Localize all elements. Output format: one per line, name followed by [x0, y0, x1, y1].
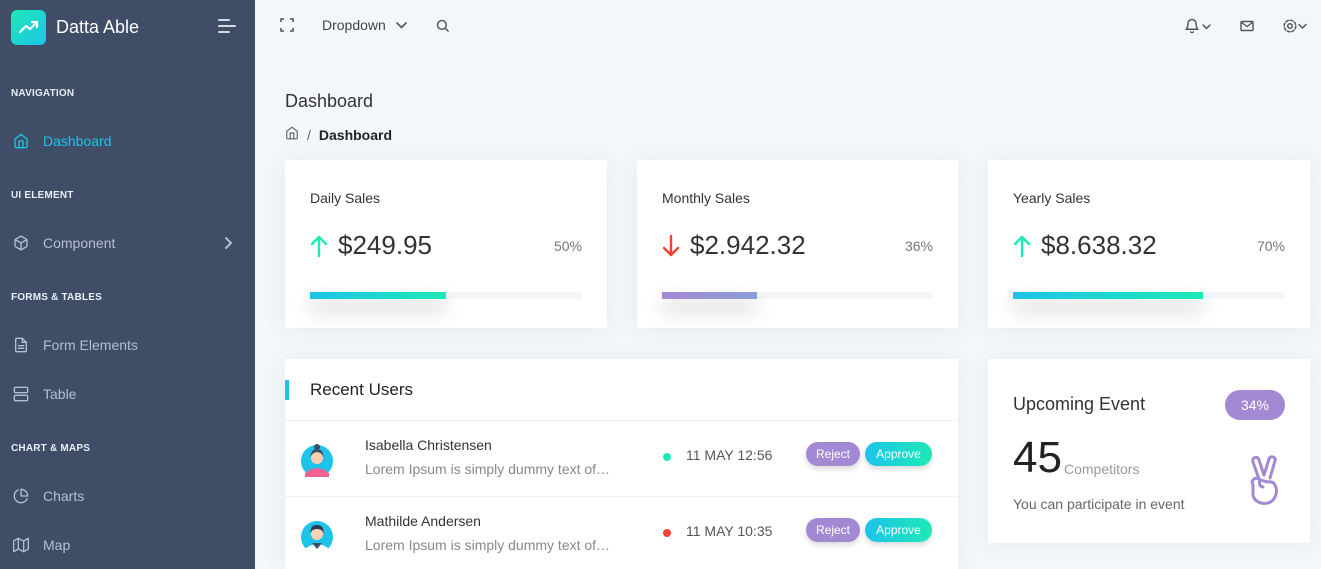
arrow-up-icon — [310, 235, 328, 257]
card-title: Upcoming Event — [1013, 394, 1146, 414]
card-title: Recent Users — [310, 380, 413, 399]
avatar — [301, 521, 333, 553]
competitor-label: Competitors — [1064, 461, 1140, 477]
stat-title: Monthly Sales — [662, 190, 750, 206]
sidebar-item-label: Dashboard — [43, 133, 112, 149]
sidebar-item-dashboard[interactable]: Dashboard — [0, 121, 255, 161]
progress-bar — [1013, 292, 1285, 299]
nav-caption-navigation: NAVIGATION — [11, 88, 75, 99]
card-header: Recent Users — [285, 359, 958, 421]
event-desc: You can participate in event — [1013, 496, 1185, 512]
status-dot — [663, 529, 671, 537]
sidebar-item-label: Form Elements — [43, 337, 138, 353]
stat-card-daily-sales: Daily Sales $249.95 50% — [285, 160, 607, 328]
stat-percent: 50% — [553, 238, 582, 254]
stat-card-monthly-sales: Monthly Sales $2.942.32 36% — [637, 160, 958, 328]
user-name: Mathilde Andersen — [365, 513, 481, 529]
sidebar: Datta Able NAVIGATION Dashboard UI ELEME… — [0, 0, 255, 569]
progress-bar — [310, 292, 582, 299]
upcoming-event-card: Upcoming Event 34% 45 Competitors You ca… — [988, 359, 1310, 543]
user-desc: Lorem Ipsum is simply dummy text of… — [365, 537, 611, 553]
breadcrumb-separator: / — [307, 126, 311, 143]
sidebar-item-component[interactable]: Component — [0, 223, 255, 263]
stat-title: Daily Sales — [310, 190, 381, 206]
user-date: 11 MAY 10:35 — [686, 523, 773, 539]
home-icon[interactable] — [285, 126, 299, 143]
server-icon — [12, 385, 30, 403]
stat-amount: $249.95 — [338, 230, 432, 260]
progress-fill — [310, 292, 446, 299]
stat-percent: 36% — [904, 238, 933, 254]
accent-bar — [285, 380, 289, 400]
brand[interactable]: Datta Able — [0, 0, 255, 54]
nav-caption-ui-element: UI ELEMENT — [11, 190, 74, 201]
page-title: Dashboard — [285, 91, 374, 111]
stat-card-yearly-sales: Yearly Sales $8.638.32 70% — [988, 160, 1310, 328]
competitor-count: 45 — [1013, 433, 1062, 482]
approve-button[interactable]: Approve — [865, 518, 932, 542]
stat-value: $249.95 — [310, 230, 432, 261]
sidebar-item-map[interactable]: Map — [0, 525, 255, 565]
bell-icon[interactable] — [1184, 18, 1214, 39]
avatar — [301, 444, 333, 477]
status-dot — [663, 453, 671, 461]
breadcrumb-current: Dashboard — [318, 126, 393, 143]
sidebar-item-table[interactable]: Table — [0, 374, 255, 414]
percent-badge: 34% — [1225, 390, 1285, 420]
dropdown-label: Dropdown — [322, 17, 386, 33]
trending-up-icon — [11, 9, 46, 45]
table-row: Isabella Christensen Lorem Ipsum is simp… — [285, 421, 958, 497]
chevron-right-icon — [223, 236, 233, 253]
mail-icon[interactable] — [1240, 19, 1254, 37]
gear-icon[interactable] — [1282, 18, 1312, 39]
progress-fill — [1013, 292, 1204, 299]
nav-caption-forms-tables: FORMS & TABLES — [11, 292, 102, 303]
sidebar-item-charts[interactable]: Charts — [0, 476, 255, 516]
progress-fill — [662, 292, 757, 299]
sidebar-item-form-elements[interactable]: Form Elements — [0, 325, 255, 365]
map-icon — [12, 536, 30, 554]
header-dropdown[interactable]: Dropdown — [322, 17, 407, 33]
approve-button[interactable]: Approve — [865, 442, 932, 466]
arrow-up-icon — [1013, 235, 1031, 257]
progress-bar — [662, 292, 933, 299]
reject-button[interactable]: Reject — [806, 442, 860, 466]
breadcrumb: / Dashboard — [285, 126, 392, 143]
chevron-down-icon — [396, 21, 407, 29]
search-icon[interactable] — [435, 18, 450, 38]
stat-percent: 70% — [1256, 238, 1285, 254]
reject-button[interactable]: Reject — [806, 518, 860, 542]
file-text-icon — [12, 336, 30, 354]
recent-users-card: Recent Users Isabella Christensen Lorem … — [285, 359, 958, 569]
brand-name: Datta Able — [56, 16, 140, 37]
stat-amount: $2.942.32 — [690, 230, 806, 260]
box-icon — [12, 234, 30, 252]
fullscreen-icon[interactable] — [280, 18, 294, 37]
stat-amount: $8.638.32 — [1041, 230, 1157, 260]
sidebar-item-label: Charts — [43, 488, 85, 504]
stat-value: $8.638.32 — [1013, 230, 1157, 261]
menu-toggle-icon[interactable] — [218, 19, 236, 33]
sidebar-item-label: Component — [43, 235, 116, 251]
table-row: Mathilde Andersen Lorem Ipsum is simply … — [285, 497, 958, 569]
sidebar-item-label: Map — [43, 537, 71, 553]
user-desc: Lorem Ipsum is simply dummy text of… — [365, 461, 611, 477]
sidebar-item-label: Table — [43, 386, 77, 402]
arrow-down-icon — [662, 234, 680, 256]
nav-caption-chart-maps: CHART & MAPS — [11, 443, 91, 454]
stat-value: $2.942.32 — [662, 230, 806, 261]
victory-hand-icon — [1245, 455, 1285, 512]
user-date: 11 MAY 12:56 — [686, 447, 773, 463]
top-header: Dropdown — [255, 0, 1321, 54]
stat-title: Yearly Sales — [1013, 190, 1091, 206]
pie-chart-icon — [12, 487, 30, 505]
user-name: Isabella Christensen — [365, 437, 492, 453]
home-icon — [12, 132, 30, 150]
